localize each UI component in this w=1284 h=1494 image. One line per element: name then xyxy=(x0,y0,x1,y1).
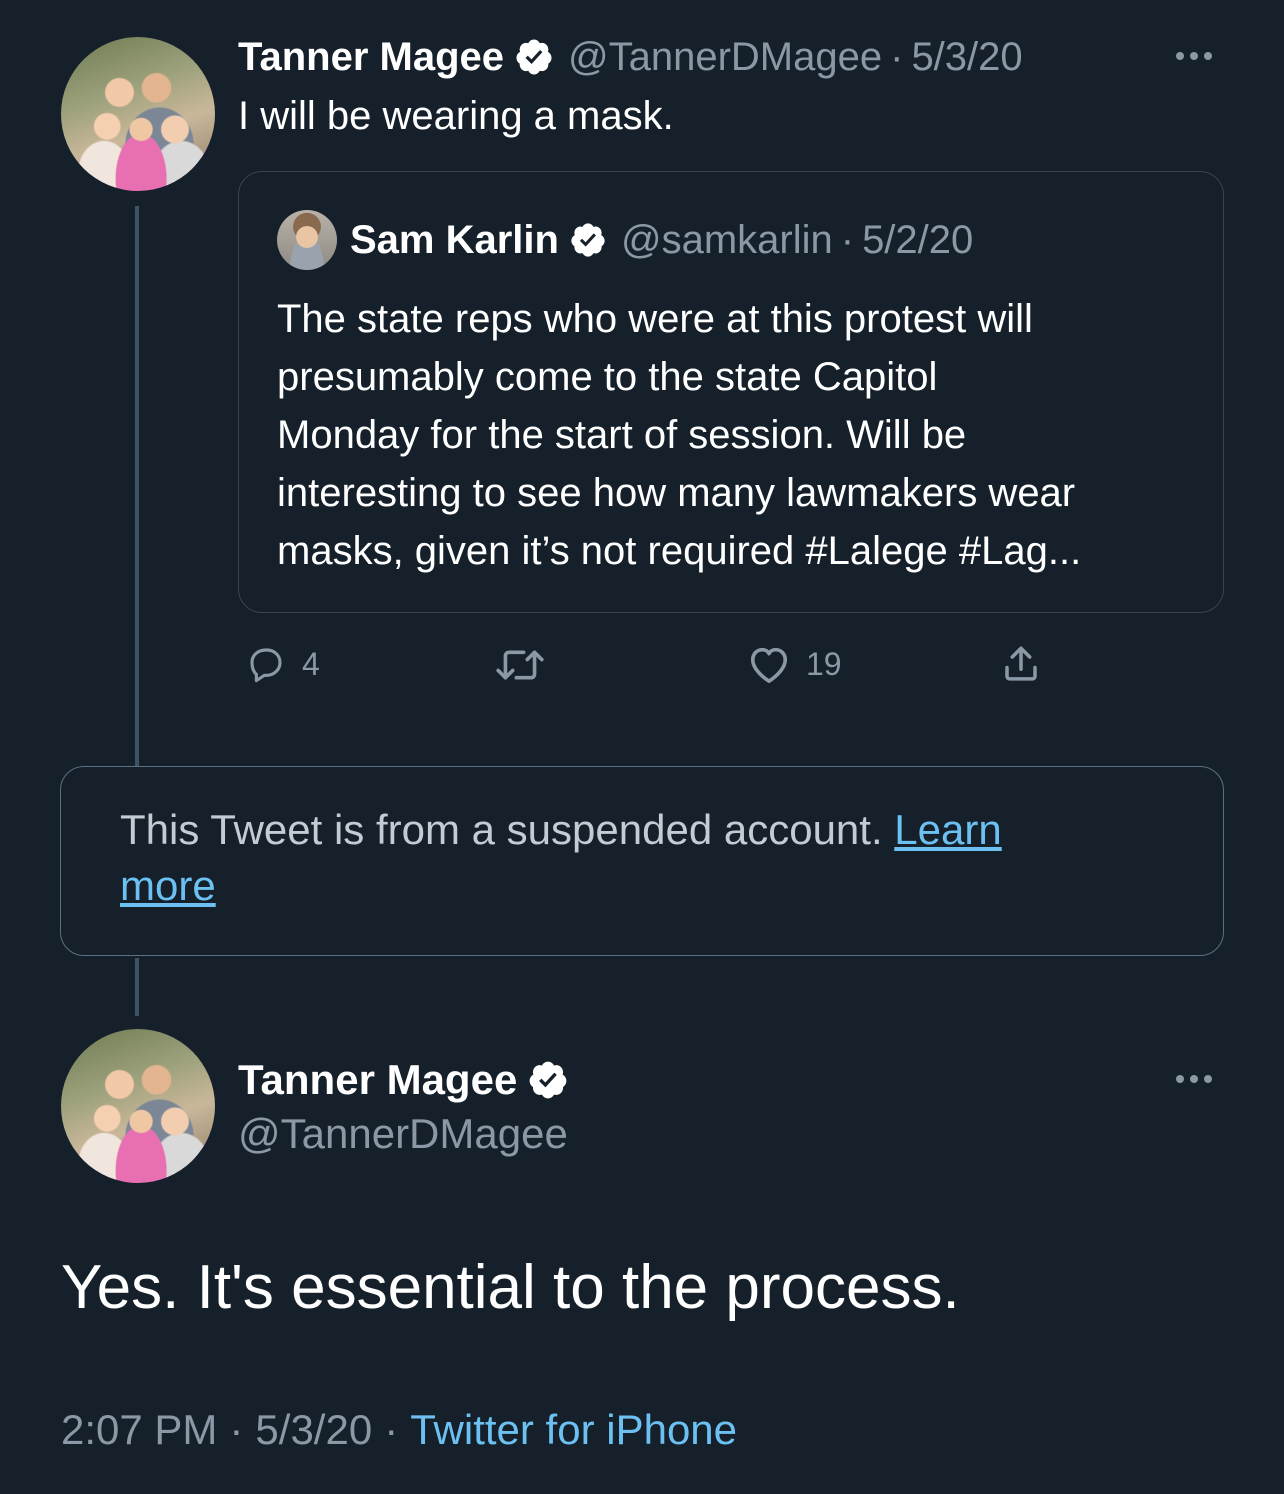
quoted-tweet-header: Sam Karlin @samkarlin · 5/2/20 xyxy=(350,215,973,265)
more-icon[interactable] xyxy=(1176,1075,1212,1083)
author-handle[interactable]: @TannerDMagee xyxy=(568,35,882,80)
separator: · xyxy=(384,1406,399,1453)
quoted-text-line: The state reps who were at this protest … xyxy=(277,297,1033,341)
suspended-notice-text: This Tweet is from a suspended account. … xyxy=(120,802,1170,914)
learn-more-link-line1[interactable]: Learn xyxy=(894,806,1001,853)
tweet-metadata: 2:07 PM · 5/3/20 · Twitter for iPhone xyxy=(61,1406,737,1454)
separator: · xyxy=(890,34,904,79)
quoted-text-line: Monday for the start of session. Will be xyxy=(277,413,967,457)
reply-icon xyxy=(250,648,282,683)
more-icon[interactable] xyxy=(1176,52,1212,60)
quoted-tweet-text: The state reps who were at this protest … xyxy=(277,290,1081,580)
reply-button[interactable]: 4 xyxy=(244,643,320,685)
tweet-time[interactable]: 2:07 PM xyxy=(61,1406,217,1454)
tweet-date[interactable]: 5/3/20 xyxy=(255,1406,372,1454)
tweet-source[interactable]: Twitter for iPhone xyxy=(410,1406,737,1454)
tweet-date[interactable]: 5/3/20 xyxy=(911,35,1022,80)
avatar[interactable] xyxy=(61,37,215,191)
like-button[interactable]: 19 xyxy=(746,643,842,685)
quoted-tweet-date: 5/2/20 xyxy=(862,217,974,262)
quoted-text-line: interesting to see how many lawmakers we… xyxy=(277,471,1076,515)
tweet-header: Tanner Magee @TannerDMagee · 5/3/20 xyxy=(238,32,1023,82)
avatar[interactable] xyxy=(277,210,337,270)
retweet-icon xyxy=(496,650,544,680)
quoted-text-line: presumably come to the state Capitol xyxy=(277,355,938,399)
like-count: 19 xyxy=(806,645,842,682)
verified-badge-icon xyxy=(529,1061,567,1099)
separator: · xyxy=(229,1406,244,1453)
thread-line xyxy=(135,958,139,1016)
tweet-text: I will be wearing a mask. xyxy=(238,94,674,138)
share-button[interactable] xyxy=(999,643,1043,685)
share-icon xyxy=(1005,646,1037,681)
quoted-author-name: Sam Karlin xyxy=(350,217,559,262)
reply-count: 4 xyxy=(302,645,320,682)
verified-badge-icon xyxy=(571,223,605,257)
suspended-text: This Tweet is from a suspended account. xyxy=(120,806,883,853)
retweet-button[interactable] xyxy=(494,645,546,685)
author-name[interactable]: Tanner Magee xyxy=(238,1056,517,1104)
quoted-text-line: masks, given it’s not required #Lalege #… xyxy=(277,529,1082,573)
author-handle[interactable]: @TannerDMagee xyxy=(238,1110,568,1158)
main-tweet-text: Yes. It's essential to the process. xyxy=(61,1253,960,1322)
author-name[interactable]: Tanner Magee xyxy=(238,35,504,80)
verified-badge-icon xyxy=(516,39,552,75)
like-icon xyxy=(750,647,788,683)
avatar[interactable] xyxy=(61,1029,215,1183)
learn-more-link-line2[interactable]: more xyxy=(120,862,216,909)
main-tweet-author-row: Tanner Magee xyxy=(238,1052,569,1108)
quoted-author-handle: @samkarlin xyxy=(620,217,833,262)
separator: · xyxy=(840,217,855,262)
thread-line xyxy=(135,206,139,766)
